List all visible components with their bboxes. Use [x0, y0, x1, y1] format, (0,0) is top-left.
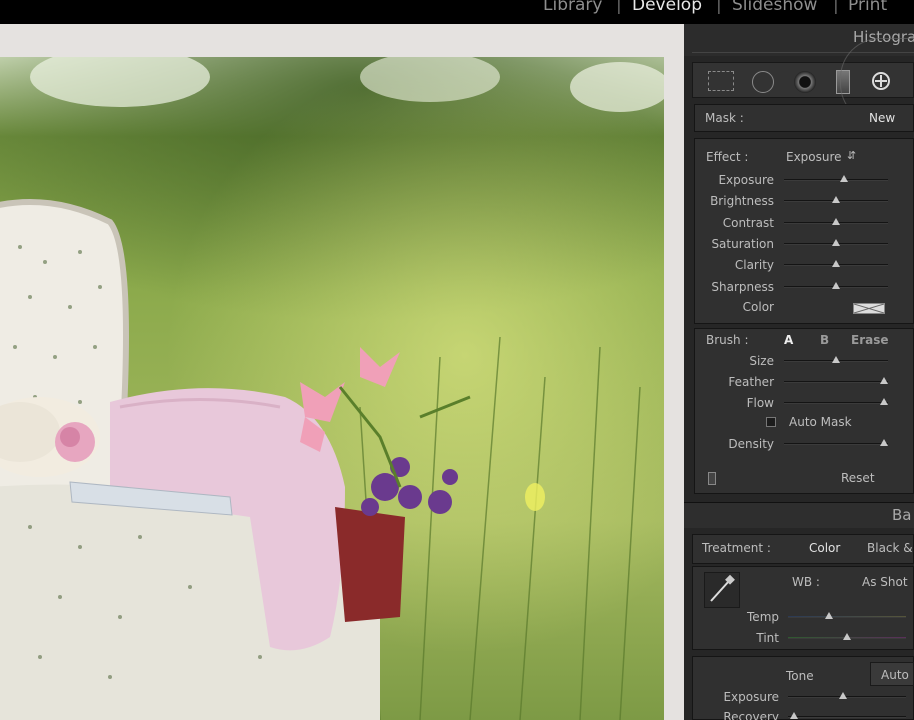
wb-label: WB :: [792, 575, 820, 589]
spot-removal-icon[interactable]: [752, 71, 774, 93]
slider-label: Sharpness: [711, 279, 774, 294]
treatment-label: Treatment :: [702, 541, 771, 555]
slider-label: Clarity: [734, 258, 774, 273]
reset-button[interactable]: Reset: [841, 471, 875, 485]
slider-thumb[interactable]: [832, 260, 840, 268]
slider-track[interactable]: [788, 616, 906, 618]
slider-thumb[interactable]: [843, 633, 851, 640]
module-develop[interactable]: Develop: [632, 0, 702, 16]
module-separator: |: [616, 0, 622, 15]
slider-track[interactable]: [784, 179, 888, 181]
slider-label: Size: [749, 354, 774, 368]
treatment-color-option[interactable]: Color: [809, 541, 840, 555]
slider-label: Contrast: [722, 215, 774, 230]
module-separator: |: [716, 0, 722, 15]
brush-erase-button[interactable]: Erase: [851, 333, 889, 347]
slider-label: Saturation: [711, 236, 774, 251]
slider-label: Feather: [728, 375, 774, 389]
effect-label: Effect :: [706, 150, 749, 164]
module-print[interactable]: Print: [848, 0, 887, 16]
slider-track[interactable]: [788, 716, 906, 718]
crop-overlay-icon[interactable]: [708, 71, 734, 91]
slider-thumb[interactable]: [840, 175, 849, 182]
module-library[interactable]: Library: [543, 0, 602, 16]
module-picker: Library | Develop | Slideshow | Print: [0, 0, 914, 24]
wb-value-select[interactable]: As Shot: [862, 575, 908, 589]
slider-thumb[interactable]: [825, 612, 834, 619]
slider-thumb[interactable]: [832, 356, 840, 363]
updown-arrows-icon[interactable]: ⇵: [847, 149, 856, 163]
color-swatch[interactable]: [853, 303, 885, 314]
density-slider-thumb[interactable]: [879, 439, 888, 446]
module-separator: |: [833, 0, 839, 15]
slider-label: Exposure: [718, 173, 774, 187]
brush-label: Brush :: [706, 333, 749, 347]
photo-preview[interactable]: [0, 57, 664, 720]
slider-label: Flow: [746, 396, 774, 410]
slider-label: Recovery: [723, 710, 779, 720]
slider-label: Exposure: [723, 690, 779, 704]
slider-thumb[interactable]: [832, 217, 840, 225]
treatment-bw-option[interactable]: Black &: [867, 541, 913, 555]
red-eye-icon[interactable]: [794, 71, 816, 93]
slider-thumb[interactable]: [832, 281, 840, 289]
density-label: Density: [728, 437, 774, 451]
slider-thumb[interactable]: [879, 377, 888, 384]
auto-mask-checkbox[interactable]: [766, 417, 776, 427]
slider-label: Brightness: [710, 194, 774, 209]
slider-thumb[interactable]: [832, 238, 840, 246]
develop-right-panel: Histogra Mask : New Effect : Exposure ⇵ …: [684, 24, 914, 720]
slider-track[interactable]: [784, 402, 888, 404]
effect-preset-select[interactable]: Exposure: [786, 150, 842, 164]
slider-thumb[interactable]: [789, 712, 798, 719]
slider-label: Temp: [747, 610, 779, 624]
slider-label: Tint: [756, 631, 779, 645]
slider-thumb[interactable]: [839, 692, 848, 699]
brush-b-button[interactable]: B: [820, 333, 829, 347]
module-slideshow[interactable]: Slideshow: [732, 0, 817, 16]
tone-label: Tone: [786, 669, 814, 683]
brush-a-button[interactable]: A: [784, 333, 793, 347]
color-label: Color: [742, 300, 774, 314]
panel-toggle-switch[interactable]: [708, 472, 716, 485]
density-slider-track[interactable]: [784, 443, 888, 445]
tone-auto-label: Auto: [881, 668, 909, 682]
slider-thumb[interactable]: [879, 398, 888, 405]
auto-mask-label: Auto Mask: [789, 415, 852, 429]
basic-title: Ba: [892, 506, 912, 524]
wb-selector[interactable]: [704, 572, 740, 608]
tone-auto-button[interactable]: Auto: [870, 662, 914, 686]
mask-label: Mask :: [705, 111, 744, 125]
slider-track[interactable]: [784, 381, 888, 383]
slider-thumb[interactable]: [832, 196, 840, 204]
adjustments-box: [694, 138, 914, 324]
mask-new-button[interactable]: New: [869, 111, 895, 125]
basic-panel-header[interactable]: [684, 502, 914, 528]
brush-box: [694, 328, 914, 494]
